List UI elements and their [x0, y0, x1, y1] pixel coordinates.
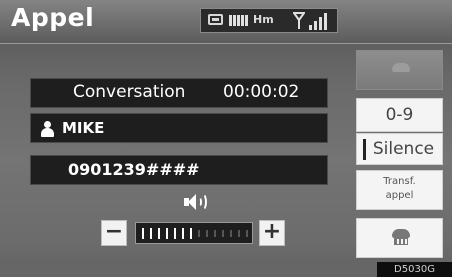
status-panel: Hm [200, 8, 338, 33]
volume-segment [166, 228, 168, 239]
conversation-bar: Conversation 00:00:02 [30, 78, 328, 108]
volume-segment [222, 230, 224, 237]
volume-segment [230, 230, 232, 237]
signal-strength-icon [309, 13, 331, 30]
km-label: Hm [253, 13, 274, 26]
screen-title: Appel [11, 3, 95, 32]
volume-segment [246, 230, 248, 237]
caller-bar: MIKE [30, 113, 328, 143]
volume-segment [206, 230, 208, 237]
person-icon [40, 121, 54, 137]
keypad-button[interactable]: 0-9 [356, 98, 443, 132]
silence-button[interactable]: Silence [356, 133, 443, 165]
volume-segment [174, 228, 176, 239]
phone-number: 0901239#### [68, 160, 200, 179]
phone-base-icon [394, 238, 408, 245]
volume-segment [150, 228, 152, 239]
silence-indicator [363, 139, 366, 160]
hang-up-icon [392, 229, 410, 238]
volume-level-bar[interactable] [135, 222, 253, 244]
call-duration: 00:00:02 [223, 82, 300, 102]
phone-screen: Appel Hm Conversation 00:00:02 MIKE 0901… [0, 0, 452, 277]
off-hook-button[interactable] [356, 50, 443, 90]
call-status-label: Conversation [73, 82, 186, 102]
volume-segment [238, 230, 240, 237]
volume-segment [182, 228, 184, 239]
transfer-call-button[interactable]: Transf. appel [356, 170, 443, 210]
volume-up-button[interactable]: + [259, 220, 285, 246]
volume-down-button[interactable]: − [101, 220, 127, 246]
volume-segment [190, 228, 192, 239]
silence-label: Silence [372, 139, 435, 159]
transfer-label: Transf. appel [383, 176, 416, 201]
antenna-icon [293, 12, 305, 29]
volume-segment [158, 228, 160, 239]
volume-segment [142, 228, 144, 239]
speaker-icon [183, 192, 209, 212]
volume-segment [198, 230, 200, 237]
volume-segment [214, 230, 216, 237]
image-code: D5030G [377, 262, 452, 277]
number-bar: 0901239#### [30, 155, 328, 185]
battery-icon [229, 15, 249, 26]
hang-up-button[interactable] [356, 218, 443, 258]
caller-name: MIKE [62, 119, 105, 137]
title-bar: Appel Hm [0, 0, 452, 44]
phone-connected-icon [208, 14, 223, 25]
handset-icon [392, 63, 410, 72]
